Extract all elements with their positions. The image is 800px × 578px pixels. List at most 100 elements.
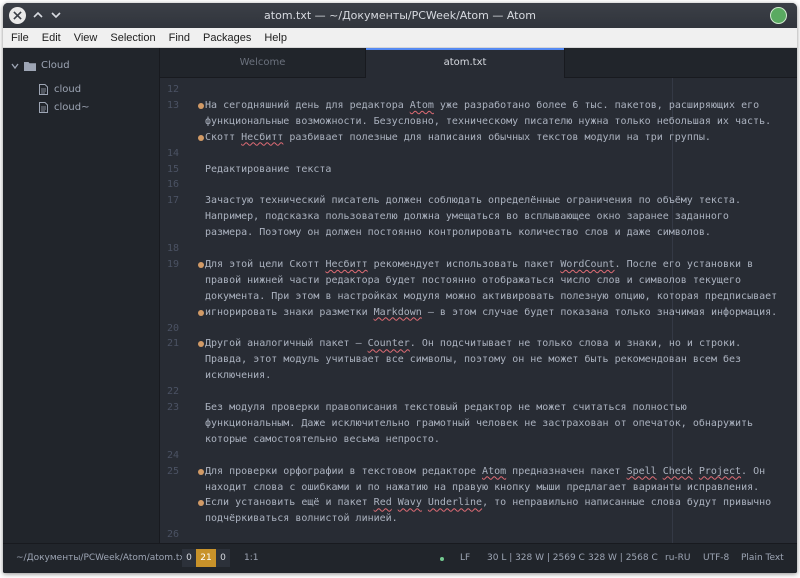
app-indicator-icon[interactable] [770,7,787,24]
line-text: Скотт Несбитт разбивает полезные для нап… [205,131,711,143]
editor-line[interactable]: 23 Без модуля проверки правописания текст… [160,400,760,416]
line-number: 13 [166,99,179,111]
editor-line[interactable]: подчёркиваться волнистой линией. [160,511,760,527]
editor-line[interactable]: 14 [160,146,760,162]
tree-file-label: cloud [54,84,82,95]
tab-atom-txt[interactable]: atom.txt [365,48,565,78]
misspelled-word[interactable]: Несбитт [325,259,367,270]
editor-line[interactable]: исключения. [160,368,760,384]
editor-line[interactable]: документа. При этом в настройках модуля … [160,289,777,305]
editor-line[interactable]: 12 [160,82,760,98]
editor-line[interactable]: игнорировать знаки разметки Markdown — в… [160,305,777,321]
grammar-selector[interactable]: Plain Text [741,553,784,563]
modified-line-indicator [198,102,204,109]
spell-check-locale[interactable]: ru-RU [665,553,691,563]
text-editor[interactable]: 12 13 На сегодняшний день для редактора At… [160,78,797,543]
editor-line[interactable]: функциональные возможности. Безусловно, … [160,114,771,130]
menu-help[interactable]: Help [264,32,287,44]
status-bar: ~/Документы/PCWeek/Atom/atom.txt 0 21 0 … [3,543,797,573]
window-title: atom.txt — ~/Документы/PCWeek/Atom — Ato… [264,9,536,22]
misspelled-word[interactable]: Red [374,497,392,508]
editor-line[interactable]: Например, подсказка пользователю должна … [160,209,760,225]
line-text: исключения. [205,370,272,382]
editor-line[interactable]: 26 [160,527,760,543]
misspelled-word[interactable]: Atom [410,100,434,111]
editor-line[interactable]: 17 Зачастую технический писатель должен с… [160,193,760,209]
misspelled-word[interactable]: Spell [627,466,657,477]
line-number: 16 [166,179,179,191]
word-count-short[interactable]: 328 W | 2568 C [588,553,658,563]
line-text: Зачастую технический писатель должен соб… [205,195,741,207]
tree-root-folder[interactable]: Cloud [11,60,70,71]
file-encoding[interactable]: UTF-8 [703,553,729,563]
line-text: функциональные возможности. Безусловно, … [205,115,772,127]
line-ending[interactable]: LF [460,553,470,563]
info-count-badge[interactable]: 0 [216,549,230,567]
chevron-up-icon [33,11,43,18]
misspelled-word[interactable]: Несбитт [241,132,283,143]
editor-line[interactable]: размера. Поэтому он должен постоянно кон… [160,225,760,241]
word-count-full[interactable]: 30 L | 328 W | 2569 C [487,553,585,563]
menu-file[interactable]: File [11,32,29,44]
misspelled-word[interactable]: Project [699,466,741,477]
menu-find[interactable]: Find [169,32,190,44]
editor-line[interactable]: функциональным. Даже исключительно грамо… [160,416,760,432]
editor-line[interactable]: находит слова с ошибками и по нажатию на… [160,480,760,496]
close-window-button[interactable] [9,7,26,24]
line-text: правой нижней части редактора будет пост… [205,274,742,286]
menu-view[interactable]: View [74,32,98,44]
modified-line-indicator [198,500,204,507]
line-text: На сегодняшний день для редактора Atom у… [205,99,760,111]
editor-line[interactable]: 15 Редактирование текста [160,162,760,178]
vertical-scrollbar[interactable] [789,78,797,543]
line-text: Без модуля проверки правописания текстов… [205,402,687,413]
editor-line[interactable]: 22 [160,384,760,400]
tab-welcome[interactable]: Welcome [160,48,365,78]
editor-line[interactable]: Скотт Несбитт разбивает полезные для нап… [160,130,760,146]
line-number: 15 [166,163,179,175]
error-count-badge[interactable]: 0 [182,549,196,567]
editor-line[interactable]: 18 [160,241,760,257]
misspelled-word[interactable]: Markdown [374,307,422,318]
line-number: 19 [166,258,179,270]
line-number: 25 [166,465,179,477]
tree-file-cloud-backup[interactable]: cloud~ [39,102,89,113]
line-text: функциональным. Даже исключительно грамо… [205,417,754,429]
line-number: 23 [166,402,179,413]
editor-line[interactable]: 19 Для этой цели Скотт Несбитт рекомендуе… [160,257,760,273]
warning-count-badge[interactable]: 21 [196,549,216,567]
menu-packages[interactable]: Packages [203,32,251,44]
editor-line[interactable]: Если установить ещё и пакет Red Wavy Und… [160,495,771,511]
menu-edit[interactable]: Edit [42,32,61,44]
line-text: Правда, этот модуль учитывает все символ… [205,354,742,366]
minimize-window-button[interactable] [31,8,45,22]
editor-line[interactable]: 13 На сегодняшний день для редактора Atom… [160,98,760,114]
misspelled-word[interactable]: WordCount [560,259,614,270]
editor-line[interactable]: 24 [160,448,760,464]
editor-line[interactable]: 16 [160,177,760,193]
misspelled-word[interactable]: Counter [368,338,410,349]
editor-line[interactable]: 20 [160,321,760,337]
editor-line[interactable]: правой нижней части редактора будет пост… [160,273,760,289]
tree-file-cloud[interactable]: cloud [39,84,81,95]
line-number: 22 [166,386,179,398]
modified-line-indicator [198,309,204,316]
cursor-position[interactable]: 1:1 [244,553,258,563]
editor-line[interactable]: Правда, этот модуль учитывает все символ… [160,352,760,368]
maximize-window-button[interactable] [49,8,63,22]
editor-line[interactable]: 25 Для проверки орфографии в текстовом ре… [160,464,765,480]
misspelled-word[interactable]: Atom [482,466,506,477]
line-number: 14 [166,147,179,159]
line-number: 21 [166,338,179,350]
chevron-down-icon [51,12,61,19]
menu-selection[interactable]: Selection [110,32,155,44]
editor-line[interactable]: которые самостоятельно весьма непросто. [160,432,760,448]
misspelled-word[interactable]: Wavy [398,497,422,508]
misspelled-word[interactable]: Check [663,466,693,477]
editor-line[interactable]: 21 Другой аналогичный пакет — Counter. Он… [160,336,760,352]
tab-label: atom.txt [443,57,487,68]
status-dot-icon [440,557,444,561]
file-path[interactable]: ~/Документы/PCWeek/Atom/atom.txt [16,553,188,563]
misspelled-word[interactable]: Underline [428,497,482,508]
close-icon [13,11,22,20]
